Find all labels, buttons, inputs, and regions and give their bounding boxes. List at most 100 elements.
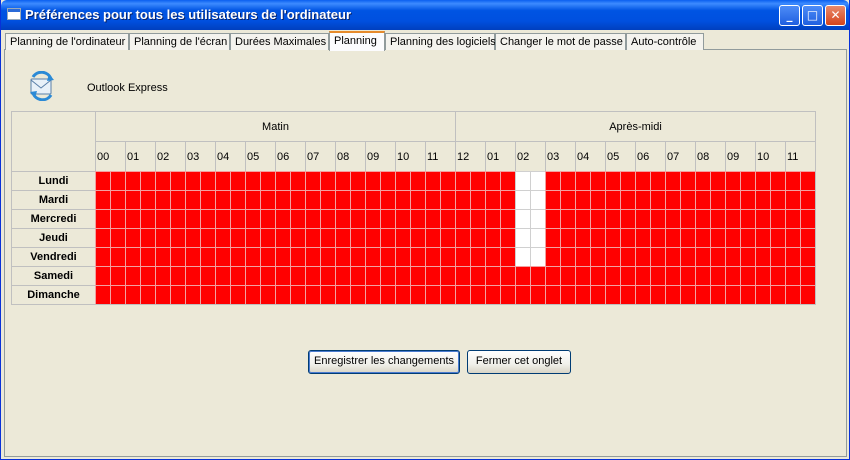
- schedule-slot[interactable]: [185, 266, 200, 285]
- schedule-slot[interactable]: [605, 190, 620, 209]
- schedule-slot[interactable]: [470, 209, 485, 228]
- schedule-slot[interactable]: [335, 171, 350, 190]
- schedule-slot[interactable]: [125, 209, 140, 228]
- schedule-slot[interactable]: [575, 171, 590, 190]
- schedule-slot[interactable]: [755, 209, 770, 228]
- schedule-slot[interactable]: [545, 209, 560, 228]
- schedule-slot[interactable]: [485, 209, 500, 228]
- schedule-slot[interactable]: [260, 266, 275, 285]
- schedule-slot[interactable]: [365, 266, 380, 285]
- schedule-slot[interactable]: [410, 209, 425, 228]
- schedule-slot[interactable]: [125, 266, 140, 285]
- schedule-slot[interactable]: [635, 171, 650, 190]
- schedule-slot[interactable]: [155, 171, 170, 190]
- schedule-slot[interactable]: [110, 228, 125, 247]
- schedule-slot[interactable]: [785, 228, 800, 247]
- schedule-slot[interactable]: [740, 190, 755, 209]
- schedule-slot[interactable]: [695, 190, 710, 209]
- schedule-slot[interactable]: [770, 285, 785, 304]
- schedule-slot[interactable]: [635, 266, 650, 285]
- schedule-slot[interactable]: [335, 247, 350, 266]
- schedule-slot[interactable]: [365, 171, 380, 190]
- schedule-slot[interactable]: [290, 171, 305, 190]
- schedule-slot[interactable]: [395, 228, 410, 247]
- schedule-slot[interactable]: [620, 171, 635, 190]
- schedule-slot[interactable]: [185, 285, 200, 304]
- schedule-slot[interactable]: [440, 228, 455, 247]
- schedule-slot[interactable]: [365, 228, 380, 247]
- schedule-slot[interactable]: [680, 171, 695, 190]
- schedule-slot[interactable]: [605, 285, 620, 304]
- schedule-slot[interactable]: [695, 285, 710, 304]
- schedule-slot[interactable]: [455, 228, 470, 247]
- schedule-slot[interactable]: [170, 228, 185, 247]
- schedule-slot[interactable]: [185, 228, 200, 247]
- schedule-slot[interactable]: [140, 228, 155, 247]
- schedule-slot[interactable]: [410, 266, 425, 285]
- schedule-slot[interactable]: [200, 266, 215, 285]
- schedule-slot[interactable]: [410, 247, 425, 266]
- schedule-slot[interactable]: [605, 228, 620, 247]
- schedule-slot[interactable]: [380, 247, 395, 266]
- schedule-slot[interactable]: [200, 171, 215, 190]
- schedule-slot[interactable]: [515, 285, 530, 304]
- schedule-slot[interactable]: [575, 190, 590, 209]
- schedule-slot[interactable]: [320, 266, 335, 285]
- schedule-slot[interactable]: [365, 285, 380, 304]
- schedule-slot[interactable]: [515, 228, 530, 247]
- schedule-slot[interactable]: [635, 247, 650, 266]
- schedule-slot[interactable]: [95, 171, 110, 190]
- schedule-slot[interactable]: [170, 190, 185, 209]
- schedule-slot[interactable]: [485, 266, 500, 285]
- schedule-slot[interactable]: [95, 247, 110, 266]
- schedule-slot[interactable]: [230, 247, 245, 266]
- save-changes-button[interactable]: Enregistrer les changements: [308, 350, 460, 374]
- schedule-slot[interactable]: [455, 266, 470, 285]
- schedule-slot[interactable]: [290, 247, 305, 266]
- schedule-slot[interactable]: [500, 228, 515, 247]
- schedule-slot[interactable]: [725, 247, 740, 266]
- schedule-slot[interactable]: [275, 247, 290, 266]
- schedule-slot[interactable]: [710, 209, 725, 228]
- schedule-slot[interactable]: [740, 285, 755, 304]
- schedule-slot[interactable]: [200, 247, 215, 266]
- schedule-slot[interactable]: [455, 285, 470, 304]
- schedule-slot[interactable]: [560, 171, 575, 190]
- schedule-slot[interactable]: [740, 228, 755, 247]
- schedule-slot[interactable]: [440, 247, 455, 266]
- schedule-slot[interactable]: [155, 285, 170, 304]
- schedule-slot[interactable]: [200, 285, 215, 304]
- schedule-slot[interactable]: [425, 228, 440, 247]
- schedule-slot[interactable]: [170, 266, 185, 285]
- schedule-slot[interactable]: [725, 190, 740, 209]
- schedule-slot[interactable]: [665, 228, 680, 247]
- schedule-slot[interactable]: [425, 209, 440, 228]
- schedule-slot[interactable]: [665, 171, 680, 190]
- schedule-slot[interactable]: [395, 190, 410, 209]
- schedule-slot[interactable]: [500, 190, 515, 209]
- schedule-slot[interactable]: [350, 209, 365, 228]
- schedule-slot[interactable]: [455, 209, 470, 228]
- schedule-slot[interactable]: [800, 228, 815, 247]
- close-tab-button[interactable]: Fermer cet onglet: [467, 350, 571, 374]
- schedule-slot[interactable]: [575, 228, 590, 247]
- schedule-slot[interactable]: [275, 228, 290, 247]
- schedule-slot[interactable]: [245, 209, 260, 228]
- schedule-slot[interactable]: [620, 266, 635, 285]
- schedule-slot[interactable]: [440, 266, 455, 285]
- schedule-slot[interactable]: [290, 209, 305, 228]
- schedule-slot[interactable]: [590, 285, 605, 304]
- schedule-slot[interactable]: [230, 209, 245, 228]
- schedule-slot[interactable]: [605, 171, 620, 190]
- schedule-slot[interactable]: [755, 266, 770, 285]
- schedule-slot[interactable]: [425, 285, 440, 304]
- schedule-slot[interactable]: [110, 209, 125, 228]
- schedule-slot[interactable]: [650, 247, 665, 266]
- schedule-slot[interactable]: [530, 209, 545, 228]
- schedule-slot[interactable]: [440, 171, 455, 190]
- schedule-slot[interactable]: [665, 285, 680, 304]
- schedule-slot[interactable]: [110, 190, 125, 209]
- schedule-slot[interactable]: [650, 190, 665, 209]
- schedule-slot[interactable]: [320, 171, 335, 190]
- minimize-button[interactable]: _: [779, 5, 800, 26]
